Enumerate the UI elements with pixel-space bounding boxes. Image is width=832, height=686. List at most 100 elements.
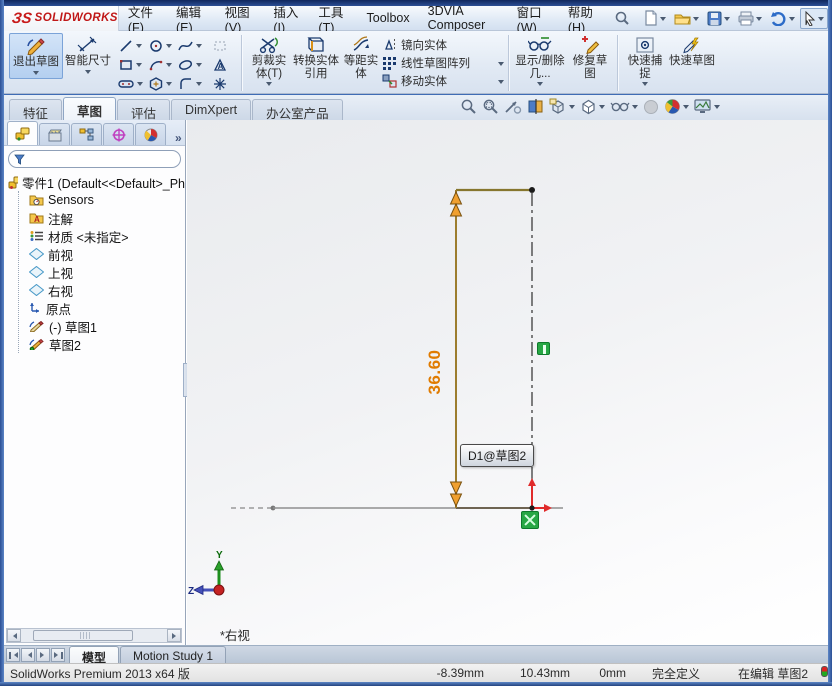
panel-horizontal-scrollbar[interactable] <box>6 628 182 643</box>
first-tab-button[interactable] <box>6 648 20 662</box>
last-tab-button[interactable] <box>51 648 65 662</box>
line-tool-caret[interactable] <box>136 44 142 51</box>
new-dropdown-caret[interactable] <box>660 17 666 24</box>
zoom-to-fit-icon[interactable] <box>460 98 477 115</box>
slot-tool[interactable] <box>115 74 145 93</box>
hide-show-items-icon[interactable] <box>610 98 638 115</box>
previous-view-icon[interactable] <box>504 98 522 115</box>
edit-appearance-caret[interactable] <box>683 105 689 112</box>
search-icon[interactable] <box>614 10 630 26</box>
exit-sketch-button[interactable]: 退出草图 <box>9 33 63 79</box>
dimxpertmanager-tab[interactable] <box>103 123 134 145</box>
spline-tool[interactable] <box>175 36 205 55</box>
menu-3dvia-composer[interactable]: 3DVIA Composer <box>419 1 508 35</box>
display-style-caret[interactable] <box>599 105 605 112</box>
tree-item-top-plane[interactable]: 上视 <box>29 263 185 281</box>
zoom-to-area-icon[interactable] <box>482 98 499 115</box>
arc-tool[interactable] <box>145 55 175 74</box>
linear-pattern-caret[interactable] <box>498 62 504 69</box>
tab-sketch[interactable]: 草图 <box>63 97 116 120</box>
sketch-text-tool[interactable]: A <box>205 55 235 74</box>
slot-tool-caret[interactable] <box>137 82 143 89</box>
move-entities-button[interactable]: 移动实体 <box>382 72 504 90</box>
new-document-button[interactable] <box>640 8 669 28</box>
featuremanager-tab[interactable] <box>7 121 38 145</box>
tree-item-origin[interactable]: 原点 <box>29 299 185 317</box>
ellipse-tool[interactable] <box>175 55 205 74</box>
offset-entities-button[interactable]: 等距实体 <box>340 33 382 80</box>
display-delete-relations-button[interactable]: 显示/删除几... <box>513 33 567 89</box>
rapid-sketch-button[interactable]: 快速草图 <box>668 33 716 68</box>
spline-tool-caret[interactable] <box>196 44 202 51</box>
tree-root-part[interactable]: 零件1 (Default<<Default>_Ph <box>8 173 185 191</box>
undo-button[interactable] <box>767 9 798 28</box>
convert-entities-button[interactable]: 转换实体引用 <box>292 33 340 80</box>
tree-item-sensors[interactable]: Sensors <box>29 191 185 209</box>
quick-snaps-button[interactable]: 快速捕捉 <box>622 33 668 89</box>
view-orientation-icon[interactable] <box>549 98 575 115</box>
polygon-tool-caret[interactable] <box>166 82 172 89</box>
motion-study-tab[interactable]: Motion Study 1 <box>120 646 226 663</box>
view-orientation-caret[interactable] <box>569 105 575 112</box>
hide-show-items-caret[interactable] <box>632 105 638 112</box>
edit-appearance-icon[interactable] <box>664 98 689 115</box>
fillet-tool-caret[interactable] <box>196 82 202 89</box>
scroll-right-arrow[interactable] <box>167 629 181 642</box>
tree-item-right-plane[interactable]: 右视 <box>29 281 185 299</box>
filter-input[interactable] <box>29 152 180 166</box>
repair-sketch-button[interactable]: 修复草图 <box>567 33 613 80</box>
mirror-entities-button[interactable]: 镜向实体 <box>382 36 504 54</box>
trim-entities-button[interactable]: 剪裁实体(T) <box>246 33 292 89</box>
print-button[interactable] <box>735 9 765 28</box>
corner-rectangle-tool[interactable] <box>115 55 145 74</box>
polygon-tool[interactable] <box>145 74 175 93</box>
tree-item-annotations[interactable]: + A 注解 <box>29 209 185 227</box>
scrollbar-thumb[interactable] <box>33 630 133 641</box>
select-dropdown-caret[interactable] <box>818 17 824 24</box>
arc-tool-caret[interactable] <box>166 63 172 70</box>
tree-item-sketch1[interactable]: (-) 草图1 <box>29 317 185 335</box>
smart-dimension-caret[interactable] <box>85 70 91 77</box>
vertical-relation-badge[interactable] <box>537 342 550 355</box>
save-button[interactable] <box>704 9 733 28</box>
dimension-arrow-bottom[interactable] <box>451 482 462 506</box>
propertymanager-tab[interactable] <box>39 123 70 145</box>
scene-caret[interactable] <box>714 105 720 112</box>
undo-dropdown-caret[interactable] <box>789 17 795 24</box>
panel-expand-chevron[interactable]: » <box>175 131 182 145</box>
previous-tab-button[interactable] <box>21 648 35 662</box>
quick-snaps-caret[interactable] <box>642 82 648 89</box>
open-button[interactable] <box>671 9 702 28</box>
graphics-viewport[interactable]: Y Z 36.60 D1@草图2 *右视 <box>187 120 828 645</box>
linear-pattern-button[interactable]: 线性草图阵列 <box>382 54 504 72</box>
model-tab[interactable]: 模型 <box>69 646 119 663</box>
origin-marker[interactable] <box>528 478 552 512</box>
tab-features[interactable]: 特征 <box>9 99 62 120</box>
displaymanager-tab[interactable] <box>135 123 166 145</box>
rectangle-tool-caret[interactable] <box>136 63 142 70</box>
scroll-left-arrow[interactable] <box>7 629 21 642</box>
dimension-value[interactable]: 36.60 <box>425 339 445 405</box>
trim-entities-caret[interactable] <box>266 82 272 89</box>
tree-item-material[interactable]: 材质 <未指定> <box>29 227 185 245</box>
dimension-arrow-top[interactable] <box>451 192 462 216</box>
exit-sketch-caret[interactable] <box>33 71 39 78</box>
display-delete-relations-caret[interactable] <box>537 82 543 89</box>
ellipse-tool-caret[interactable] <box>196 63 202 70</box>
line-tool[interactable] <box>115 36 145 55</box>
next-tab-button[interactable] <box>36 648 50 662</box>
scene-icon[interactable] <box>694 98 720 115</box>
circle-tool[interactable] <box>145 36 175 55</box>
circle-tool-caret[interactable] <box>166 44 172 51</box>
display-style-icon[interactable] <box>580 98 605 115</box>
tab-dimxpert[interactable]: DimXpert <box>171 99 251 120</box>
tree-item-front-plane[interactable]: 前视 <box>29 245 185 263</box>
point-tool[interactable] <box>205 74 235 93</box>
select-tool-button[interactable] <box>800 8 828 29</box>
configurationmanager-tab[interactable] <box>71 123 102 145</box>
tree-filter-box[interactable] <box>8 150 181 168</box>
tab-office-products[interactable]: 办公室产品 <box>252 99 343 120</box>
tab-evaluate[interactable]: 评估 <box>117 99 170 120</box>
save-dropdown-caret[interactable] <box>724 17 730 24</box>
coincident-relation-badge[interactable] <box>521 511 539 529</box>
